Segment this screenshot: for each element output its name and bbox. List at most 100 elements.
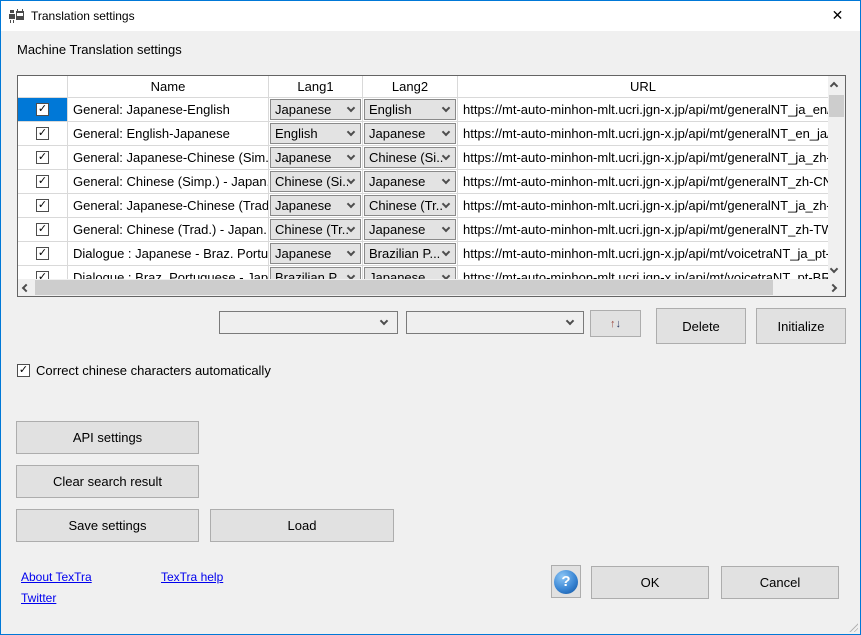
twitter-link[interactable]: Twitter bbox=[21, 591, 56, 605]
row-checkbox[interactable]: ✓ bbox=[36, 127, 49, 140]
name-select-combobox[interactable] bbox=[219, 311, 398, 334]
resize-grip[interactable] bbox=[848, 622, 858, 632]
row-lang2-cell[interactable]: Japanese bbox=[363, 122, 458, 146]
row-checkbox-cell[interactable]: ✓ bbox=[18, 194, 68, 218]
row-lang1-cell[interactable]: Japanese bbox=[269, 194, 363, 218]
lang1-combobox[interactable]: Japanese bbox=[270, 99, 361, 120]
row-lang1-cell[interactable]: English bbox=[269, 122, 363, 146]
row-checkbox[interactable]: ✓ bbox=[36, 271, 49, 279]
move-updown-button[interactable]: ↑↓ bbox=[590, 310, 641, 337]
row-checkbox-cell[interactable]: ✓ bbox=[18, 218, 68, 242]
lang2-combobox[interactable]: Japanese bbox=[364, 171, 456, 192]
save-settings-button[interactable]: Save settings bbox=[16, 509, 199, 542]
row-lang2-cell[interactable]: Chinese (Si... bbox=[363, 146, 458, 170]
horizontal-scroll-thumb[interactable] bbox=[35, 280, 773, 295]
lang2-combobox[interactable]: Japanese bbox=[364, 219, 456, 240]
row-name-cell[interactable]: General: Japanese-Chinese (Trad.) bbox=[68, 194, 269, 218]
row-checkbox[interactable]: ✓ bbox=[36, 175, 49, 188]
row-name-cell[interactable]: General: Chinese (Trad.) - Japan... bbox=[68, 218, 269, 242]
title-bar[interactable]: Translation settings ✕ bbox=[1, 1, 860, 31]
about-textra-link[interactable]: About TexTra bbox=[21, 570, 92, 584]
row-url-cell[interactable]: https://mt-auto-minhon-mlt.ucri.jgn-x.jp… bbox=[458, 98, 828, 122]
lang1-combobox[interactable]: Japanese bbox=[270, 147, 361, 168]
lang2-combobox[interactable]: Japanese bbox=[364, 267, 456, 279]
header-url[interactable]: URL bbox=[458, 76, 828, 98]
row-checkbox[interactable]: ✓ bbox=[36, 247, 49, 260]
row-checkbox[interactable]: ✓ bbox=[36, 199, 49, 212]
help-button[interactable]: ? bbox=[551, 565, 581, 598]
scroll-up-icon[interactable] bbox=[828, 76, 845, 93]
lang1-combobox[interactable]: English bbox=[270, 123, 361, 144]
row-url-cell[interactable]: https://mt-auto-minhon-mlt.ucri.jgn-x.jp… bbox=[458, 218, 828, 242]
row-lang2-cell[interactable]: Chinese (Tr... bbox=[363, 194, 458, 218]
row-url-cell[interactable]: https://mt-auto-minhon-mlt.ucri.jgn-x.jp… bbox=[458, 170, 828, 194]
table-row[interactable]: ✓ General: English-Japanese English Japa… bbox=[18, 122, 828, 146]
lang2-combobox[interactable]: Brazilian P... bbox=[364, 243, 456, 264]
lang2-combobox[interactable]: Japanese bbox=[364, 123, 456, 144]
ok-button[interactable]: OK bbox=[591, 566, 709, 599]
lang1-combobox[interactable]: Brazilian P... bbox=[270, 267, 361, 279]
row-lang2-cell[interactable]: English bbox=[363, 98, 458, 122]
row-name-cell[interactable]: General: Japanese-Chinese (Sim... bbox=[68, 146, 269, 170]
row-checkbox-cell[interactable]: ✓ bbox=[18, 122, 68, 146]
row-lang1-cell[interactable]: Chinese (Si... bbox=[269, 170, 363, 194]
clear-search-result-button[interactable]: Clear search result bbox=[16, 465, 199, 498]
row-checkbox-cell[interactable]: ✓ bbox=[18, 146, 68, 170]
header-name[interactable]: Name bbox=[68, 76, 269, 98]
correct-chinese-option[interactable]: ✓ Correct chinese characters automatical… bbox=[17, 363, 271, 378]
cancel-button[interactable]: Cancel bbox=[721, 566, 839, 599]
close-icon[interactable]: ✕ bbox=[815, 1, 860, 30]
correct-chinese-checkbox[interactable]: ✓ bbox=[17, 364, 30, 377]
row-url-cell[interactable]: https://mt-auto-minhon-mlt.ucri.jgn-x.jp… bbox=[458, 242, 828, 266]
lang1-combobox[interactable]: Chinese (Si... bbox=[270, 171, 361, 192]
row-checkbox[interactable]: ✓ bbox=[36, 223, 49, 236]
lang1-combobox[interactable]: Japanese bbox=[270, 243, 361, 264]
row-name-cell[interactable]: General: Chinese (Simp.) - Japan... bbox=[68, 170, 269, 194]
row-checkbox-cell[interactable]: ✓ bbox=[18, 266, 68, 279]
table-row[interactable]: ✓ General: Japanese-English Japanese Eng… bbox=[18, 98, 828, 122]
lang2-combobox[interactable]: Chinese (Tr... bbox=[364, 195, 456, 216]
row-checkbox[interactable]: ✓ bbox=[36, 151, 49, 164]
row-url-cell[interactable]: https://mt-auto-minhon-mlt.ucri.jgn-x.jp… bbox=[458, 122, 828, 146]
lang2-combobox[interactable]: Chinese (Si... bbox=[364, 147, 456, 168]
row-lang1-cell[interactable]: Japanese bbox=[269, 98, 363, 122]
header-lang2[interactable]: Lang2 bbox=[363, 76, 458, 98]
row-checkbox[interactable]: ✓ bbox=[36, 103, 49, 116]
table-vertical-scrollbar[interactable] bbox=[828, 76, 845, 279]
table-row[interactable]: ✓ General: Japanese-Chinese (Trad.) Japa… bbox=[18, 194, 828, 218]
row-lang2-cell[interactable]: Japanese bbox=[363, 170, 458, 194]
row-url-cell[interactable]: https://mt-auto-minhon-mlt.ucri.jgn-x.jp… bbox=[458, 194, 828, 218]
row-url-cell[interactable]: https://mt-auto-minhon-mlt.ucri.jgn-x.jp… bbox=[458, 266, 828, 279]
vertical-scroll-thumb[interactable] bbox=[829, 95, 844, 117]
scroll-right-icon[interactable] bbox=[828, 279, 845, 296]
row-name-cell[interactable]: General: Japanese-English bbox=[68, 98, 269, 122]
row-lang2-cell[interactable]: Japanese bbox=[363, 266, 458, 279]
row-name-cell[interactable]: General: English-Japanese bbox=[68, 122, 269, 146]
row-lang1-cell[interactable]: Japanese bbox=[269, 242, 363, 266]
row-url-cell[interactable]: https://mt-auto-minhon-mlt.ucri.jgn-x.jp… bbox=[458, 146, 828, 170]
table-horizontal-scrollbar[interactable] bbox=[18, 279, 845, 296]
table-row[interactable]: ✓ General: Chinese (Trad.) - Japan... Ch… bbox=[18, 218, 828, 242]
row-checkbox-cell[interactable]: ✓ bbox=[18, 242, 68, 266]
table-row[interactable]: ✓ General: Japanese-Chinese (Sim... Japa… bbox=[18, 146, 828, 170]
row-lang1-cell[interactable]: Brazilian P... bbox=[269, 266, 363, 279]
delete-button[interactable]: Delete bbox=[656, 308, 746, 344]
row-checkbox-cell[interactable]: ✓ bbox=[18, 98, 68, 122]
api-settings-button[interactable]: API settings bbox=[16, 421, 199, 454]
row-lang1-cell[interactable]: Chinese (Tr... bbox=[269, 218, 363, 242]
table-row[interactable]: ✓ General: Chinese (Simp.) - Japan... Ch… bbox=[18, 170, 828, 194]
row-name-cell[interactable]: Dialogue : Braz. Portuguese - Jap... bbox=[68, 266, 269, 279]
header-lang1[interactable]: Lang1 bbox=[269, 76, 363, 98]
row-name-cell[interactable]: Dialogue : Japanese - Braz. Portu... bbox=[68, 242, 269, 266]
lang1-combobox[interactable]: Chinese (Tr... bbox=[270, 219, 361, 240]
row-lang1-cell[interactable]: Japanese bbox=[269, 146, 363, 170]
initialize-button[interactable]: Initialize bbox=[756, 308, 846, 344]
lang2-combobox[interactable]: English bbox=[364, 99, 456, 120]
lang1-combobox[interactable]: Japanese bbox=[270, 195, 361, 216]
row-lang2-cell[interactable]: Brazilian P... bbox=[363, 242, 458, 266]
load-button[interactable]: Load bbox=[210, 509, 394, 542]
scroll-left-icon[interactable] bbox=[18, 279, 35, 296]
row-lang2-cell[interactable]: Japanese bbox=[363, 218, 458, 242]
scroll-down-icon[interactable] bbox=[828, 262, 845, 279]
textra-help-link[interactable]: TexTra help bbox=[161, 570, 223, 584]
